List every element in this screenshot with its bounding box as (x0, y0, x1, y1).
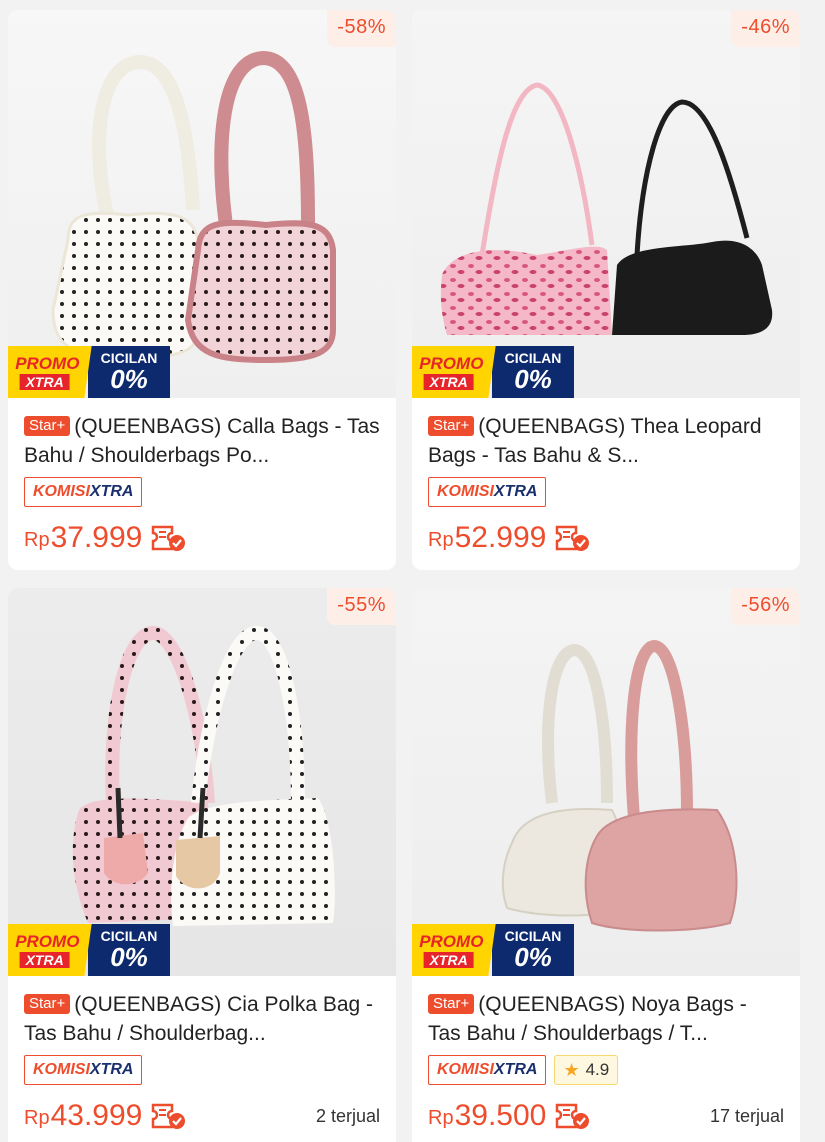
product-card[interactable]: -55% PROMO XTRA CICILAN 0% Star+ (QUEENBA… (8, 588, 396, 1142)
promo-label: PROMO (419, 353, 484, 373)
currency-label: Rp (428, 1106, 454, 1129)
komisi-xtra-badge: KOMISI XTRA (24, 1055, 143, 1085)
product-title-text: (QUEENBAGS) Cia Polka Bag - Tas Bahu / S… (24, 993, 374, 1045)
discount-badge: -55% (327, 588, 396, 625)
product-price: 39.500 (454, 1099, 547, 1132)
product-price: 37.999 (50, 521, 143, 554)
rating-badge: ★ 4.9 (554, 1055, 619, 1085)
cicilan-rate: 0% (514, 364, 552, 394)
product-tags: KOMISI XTRA ★ 4.9 (428, 1054, 784, 1086)
cicilan-rate: 0% (110, 942, 148, 972)
komisi-xtra-badge: KOMISI XTRA (428, 477, 547, 507)
promo-xtra-badge: PROMO XTRA (412, 346, 496, 398)
price-row: Rp 39.500 17 terjual (428, 1098, 784, 1134)
promo-xtra-badge: PROMO XTRA (8, 924, 92, 976)
cicilan-rate: 0% (514, 942, 552, 972)
komisi-xtra-badge: KOMISI XTRA (24, 477, 143, 507)
star-plus-badge: Star+ (428, 994, 475, 1014)
product-image[interactable]: -46% PROMO XTRA CICILAN 0% (412, 10, 800, 398)
bag-illustration (440, 82, 773, 335)
product-title[interactable]: Star+ (QUEENBAGS) Calla Bags - Tas Bahu /… (24, 412, 380, 470)
promo-label: PROMO (15, 931, 80, 951)
promo-xtra-cicilan-badge: PROMO XTRA CICILAN 0% (412, 924, 577, 976)
product-info: Star+ (QUEENBAGS) Cia Polka Bag - Tas Bah… (8, 976, 396, 1134)
star-plus-badge: Star+ (428, 416, 475, 436)
komisi-label: KOMISI (437, 1061, 494, 1078)
promo-label: PROMO (419, 931, 484, 951)
promo-xtra-cicilan-badge: PROMO XTRA CICILAN 0% (8, 346, 173, 398)
cicilan-badge: CICILAN 0% (88, 346, 170, 398)
komisi-xtra-label: XTRA (89, 1061, 134, 1078)
xtra-label: XTRA (19, 951, 70, 968)
discount-badge: -58% (327, 10, 396, 47)
discount-badge: -46% (731, 10, 800, 47)
komisi-label: KOMISI (33, 1061, 90, 1078)
komisi-xtra-label: XTRA (493, 483, 538, 500)
komisi-xtra-badge: KOMISI XTRA (428, 1055, 547, 1085)
currency-label: Rp (24, 1106, 50, 1129)
sold-count: 17 terjual (709, 1105, 784, 1126)
cod-check-icon (152, 1103, 186, 1129)
product-image[interactable]: -56% PROMO XTRA CICILAN 0% (412, 588, 800, 976)
komisi-label: KOMISI (437, 483, 494, 500)
product-tags: KOMISI XTRA (24, 1054, 380, 1086)
product-tags: KOMISI XTRA (428, 476, 784, 508)
currency-label: Rp (24, 528, 50, 551)
currency-label: Rp (428, 528, 454, 551)
bag-illustration (51, 50, 336, 364)
price-row: Rp 37.999 (24, 520, 380, 556)
product-title[interactable]: Star+ (QUEENBAGS) Cia Polka Bag - Tas Bah… (24, 990, 380, 1048)
product-info: Star+ (QUEENBAGS) Noya Bags - Tas Bahu / … (412, 976, 800, 1134)
komisi-xtra-label: XTRA (493, 1061, 538, 1078)
product-tags: KOMISI XTRA (24, 476, 380, 508)
price-row: Rp 43.999 2 terjual (24, 1098, 380, 1134)
product-price: 52.999 (454, 521, 547, 554)
komisi-label: KOMISI (33, 483, 90, 500)
xtra-label: XTRA (423, 373, 474, 390)
product-card[interactable]: -56% PROMO XTRA CICILAN 0% Star+ (QUEENBA… (412, 588, 800, 1142)
bag-illustration (501, 639, 738, 932)
cicilan-badge: CICILAN 0% (492, 346, 574, 398)
product-price: 43.999 (50, 1099, 143, 1132)
promo-xtra-badge: PROMO XTRA (412, 924, 496, 976)
promo-xtra-cicilan-badge: PROMO XTRA CICILAN 0% (412, 346, 577, 398)
product-grid: -58% PROMO XTRA CICILAN 0% Star+ (QUEENBA… (0, 0, 825, 1142)
product-title-text: (QUEENBAGS) Calla Bags - Tas Bahu / Shou… (24, 415, 380, 467)
cicilan-rate: 0% (110, 364, 148, 394)
bag-illustration (72, 625, 335, 926)
product-card[interactable]: -46% PROMO XTRA CICILAN 0% Star+ (QUEENBA… (412, 10, 800, 570)
product-title-text: (QUEENBAGS) Noya Bags - Tas Bahu / Shoul… (428, 993, 747, 1045)
product-title[interactable]: Star+ (QUEENBAGS) Noya Bags - Tas Bahu / … (428, 990, 784, 1048)
cod-check-icon (556, 525, 590, 551)
product-image[interactable]: -58% PROMO XTRA CICILAN 0% (8, 10, 396, 398)
product-info: Star+ (QUEENBAGS) Thea Leopard Bags - Tas… (412, 398, 800, 556)
cod-check-icon (556, 1103, 590, 1129)
star-plus-badge: Star+ (24, 994, 71, 1014)
promo-xtra-cicilan-badge: PROMO XTRA CICILAN 0% (8, 924, 173, 976)
star-plus-badge: Star+ (24, 416, 71, 436)
rating-value: 4.9 (585, 1060, 610, 1079)
xtra-label: XTRA (19, 373, 70, 390)
product-card[interactable]: -58% PROMO XTRA CICILAN 0% Star+ (QUEENBA… (8, 10, 396, 570)
cicilan-badge: CICILAN 0% (88, 924, 170, 976)
star-icon: ★ (563, 1059, 580, 1080)
sold-count: 2 terjual (315, 1105, 380, 1126)
komisi-xtra-label: XTRA (89, 483, 134, 500)
product-image[interactable]: -55% PROMO XTRA CICILAN 0% (8, 588, 396, 976)
cicilan-badge: CICILAN 0% (492, 924, 574, 976)
product-title-text: (QUEENBAGS) Thea Leopard Bags - Tas Bahu… (428, 415, 762, 467)
xtra-label: XTRA (423, 951, 474, 968)
promo-label: PROMO (15, 353, 80, 373)
price-row: Rp 52.999 (428, 520, 784, 556)
discount-badge: -56% (731, 588, 800, 625)
product-info: Star+ (QUEENBAGS) Calla Bags - Tas Bahu /… (8, 398, 396, 556)
promo-xtra-badge: PROMO XTRA (8, 346, 92, 398)
cod-check-icon (152, 525, 186, 551)
product-title[interactable]: Star+ (QUEENBAGS) Thea Leopard Bags - Tas… (428, 412, 784, 470)
